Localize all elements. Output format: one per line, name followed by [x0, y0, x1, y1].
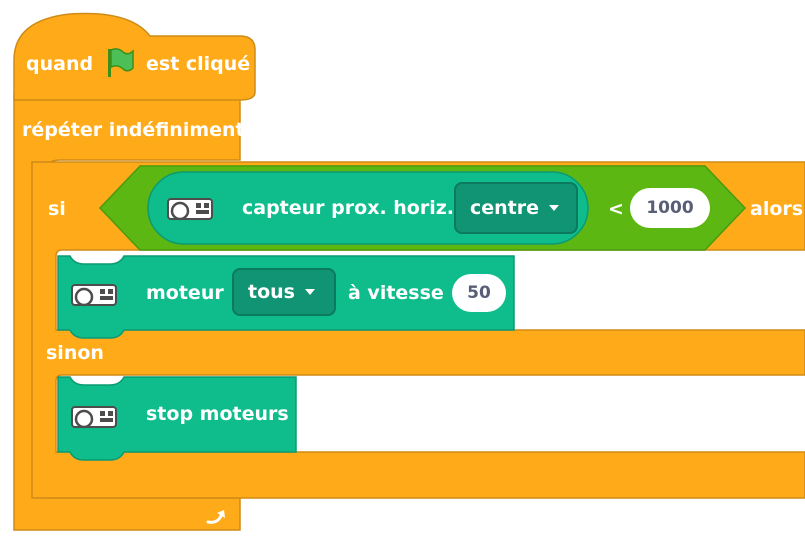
stop-motors-label: stop moteurs	[146, 403, 289, 425]
operator-label: <	[608, 198, 624, 220]
if-label: si	[48, 198, 66, 220]
scripts-workspace: quand est cliqué répéter indéfiniment si…	[0, 0, 805, 540]
then-label: alors	[750, 198, 804, 220]
robot-icon	[71, 406, 117, 429]
robot-icon	[167, 198, 213, 221]
else-label: sinon	[46, 342, 104, 364]
forever-label: répéter indéfiniment	[22, 119, 245, 141]
sensor-label: capteur prox. horiz.	[242, 197, 455, 219]
sensor-position-value: centre	[470, 196, 540, 219]
chevron-down-icon	[549, 205, 560, 211]
event-prefix-label: quand	[26, 53, 94, 75]
robot-icon	[71, 284, 117, 307]
chevron-down-icon	[304, 289, 315, 295]
loop-arrow-icon	[206, 510, 225, 524]
event-suffix-label: est cliqué	[146, 53, 251, 75]
sensor-position-dropdown[interactable]: centre	[454, 182, 578, 234]
speed-label: à vitesse	[348, 282, 444, 304]
compare-value-input[interactable]: 1000	[630, 188, 710, 228]
motor-label: moteur	[146, 282, 224, 304]
motor-selection-dropdown[interactable]: tous	[232, 268, 336, 316]
green-flag-icon	[108, 48, 134, 77]
motor-selection-value: tous	[248, 280, 295, 303]
block-shapes	[13, 12, 805, 531]
speed-value-input[interactable]: 50	[452, 274, 506, 312]
